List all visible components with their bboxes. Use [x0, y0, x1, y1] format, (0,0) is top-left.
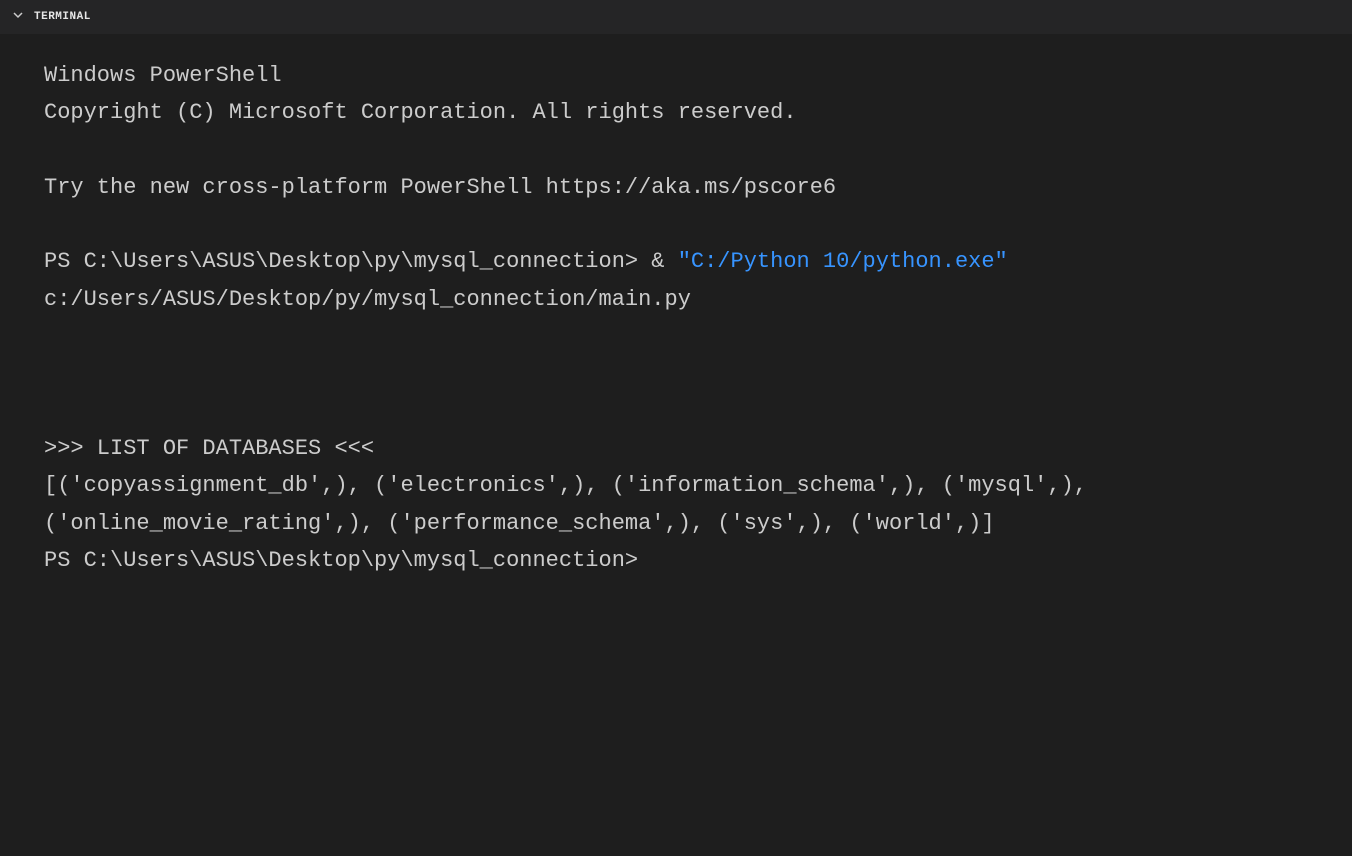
terminal-panel-header[interactable]: TERMINAL — [0, 0, 1352, 35]
blank-line — [44, 132, 1332, 169]
powershell-header: Windows PowerShell — [44, 63, 282, 88]
output-databases-list: [('copyassignment_db',), ('electronics',… — [44, 473, 1100, 535]
output-databases-header: >>> LIST OF DATABASES <<< — [44, 436, 374, 461]
ps-prompt-2: PS C:\Users\ASUS\Desktop\py\mysql_connec… — [44, 548, 651, 573]
terminal-content[interactable]: Windows PowerShell Copyright (C) Microso… — [44, 57, 1332, 580]
terminal-body[interactable]: Windows PowerShell Copyright (C) Microso… — [0, 35, 1352, 856]
powershell-copyright: Copyright (C) Microsoft Corporation. All… — [44, 100, 797, 125]
powershell-try-message: Try the new cross-platform PowerShell ht… — [44, 175, 836, 200]
chevron-down-icon — [10, 7, 26, 27]
python-executable-path: "C:/Python 10/python.exe" — [678, 249, 1008, 274]
blank-line — [44, 206, 1332, 243]
ps-prompt-1: PS C:\Users\ASUS\Desktop\py\mysql_connec… — [44, 249, 678, 274]
blank-lines — [44, 318, 1332, 430]
terminal-panel-title: TERMINAL — [34, 11, 91, 23]
